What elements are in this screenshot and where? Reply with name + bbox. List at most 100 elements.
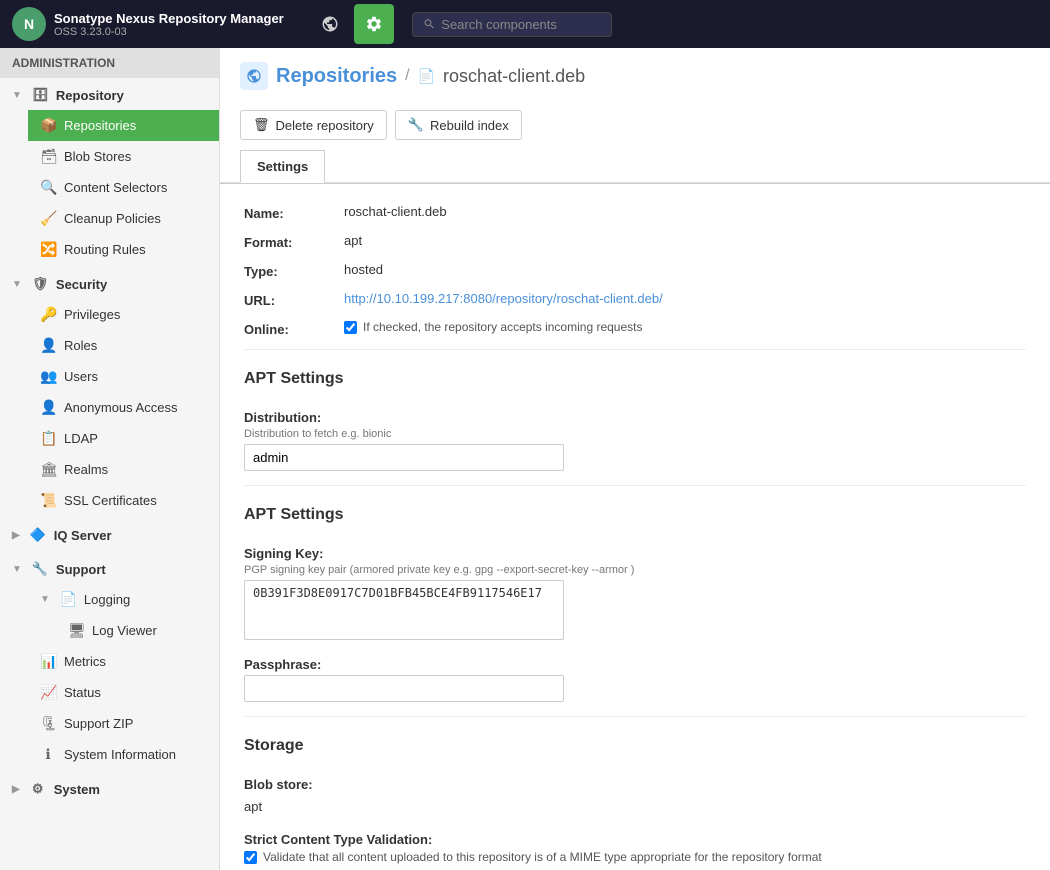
sidebar-item-cleanup-policies[interactable]: 🧹 Cleanup Policies — [28, 203, 219, 234]
sidebar-item-system-information[interactable]: ℹ System Information — [28, 739, 219, 770]
sidebar-label-system-information: System Information — [64, 747, 176, 762]
support-icon: 🔧 — [32, 561, 48, 577]
url-link[interactable]: http://10.10.199.217:8080/repository/ros… — [344, 291, 663, 306]
main-layout: Administration ▼ 🗄 Repository 📦 Reposito… — [0, 48, 1050, 870]
sidebar-label-repository: Repository — [56, 88, 124, 103]
sidebar-item-content-selectors[interactable]: 🔍 Content Selectors — [28, 172, 219, 203]
sidebar-label-users: Users — [64, 369, 98, 384]
sidebar-item-repositories[interactable]: 📦 Repositories — [28, 110, 219, 141]
passphrase-group: Passphrase: — [244, 657, 1026, 702]
sidebar-label-log-viewer: Log Viewer — [92, 623, 157, 638]
sidebar-item-status[interactable]: 📈 Status — [28, 677, 219, 708]
signing-key-textarea[interactable]: 0B391F3D8E0917C7D01BFB45BCE4FB9117546E17 — [244, 580, 564, 640]
sidebar-item-log-viewer[interactable]: 🖥 Log Viewer — [56, 615, 219, 646]
type-value: hosted — [344, 262, 383, 277]
app-title-block: Sonatype Nexus Repository Manager OSS 3.… — [54, 11, 284, 38]
sidebar-label-support-zip: Support ZIP — [64, 716, 133, 731]
cleanup-icon: 🧹 — [40, 210, 56, 227]
zip-icon: 🗜 — [40, 715, 56, 732]
sidebar-item-blob-stores[interactable]: 🗃 Blob Stores — [28, 141, 219, 172]
sidebar-item-roles[interactable]: 👤 Roles — [28, 330, 219, 361]
distribution-input[interactable] — [244, 444, 564, 471]
passphrase-input[interactable] — [244, 675, 564, 702]
sidebar-label-ssl-certificates: SSL Certificates — [64, 493, 157, 508]
realms-icon: 🏛 — [40, 461, 56, 478]
name-value: roschat-client.deb — [344, 204, 447, 219]
trash-icon: 🗑 — [253, 117, 270, 133]
sidebar-item-privileges[interactable]: 🔑 Privileges — [28, 299, 219, 330]
sidebar-label-anonymous-access: Anonymous Access — [64, 400, 177, 415]
blob-store-value: apt — [244, 795, 1026, 818]
blob-store-group: Blob store: apt — [244, 777, 1026, 818]
chevron-right-icon-system: ▶ — [12, 784, 20, 795]
sidebar-item-repository[interactable]: ▼ 🗄 Repository — [0, 80, 219, 110]
ssl-icon: 📜 — [40, 492, 56, 509]
delete-repository-button[interactable]: 🗑 Delete repository — [240, 110, 387, 140]
distribution-label: Distribution: — [244, 410, 1026, 425]
sidebar-item-routing-rules[interactable]: 🔀 Routing Rules — [28, 234, 219, 265]
sidebar-label-system: System — [54, 782, 100, 797]
strict-validation-desc: Validate that all content uploaded to th… — [263, 850, 822, 864]
field-type: Type: hosted — [244, 262, 1026, 279]
action-bar: 🗑 Delete repository 🔧 Rebuild index — [240, 100, 1030, 150]
strict-validation-checkbox[interactable] — [244, 851, 257, 864]
distribution-group: Distribution: Distribution to fetch e.g.… — [244, 410, 1026, 471]
settings-icon-btn[interactable] — [354, 4, 394, 44]
delete-label: Delete repository — [276, 118, 374, 133]
sidebar-label-blob-stores: Blob Stores — [64, 149, 131, 164]
sidebar-section-security: ▼ 🛡 Security 🔑 Privileges 👤 Roles 👥 User… — [0, 267, 219, 518]
search-input[interactable] — [441, 17, 600, 32]
chevron-down-icon-logging: ▼ — [40, 594, 50, 605]
sidebar-item-security[interactable]: ▼ 🛡 Security — [0, 269, 219, 299]
browse-icon-btn[interactable] — [310, 4, 350, 44]
field-online: Online: If checked, the repository accep… — [244, 320, 1026, 337]
nexus-logo-icon: N — [12, 7, 46, 41]
sidebar-item-support[interactable]: ▼ 🔧 Support — [0, 554, 219, 584]
metrics-icon: 📊 — [40, 653, 56, 670]
sidebar-item-logging[interactable]: ▼ 📄 Logging — [28, 584, 219, 615]
sidebar-children-support: ▼ 📄 Logging 🖥 Log Viewer 📊 Metrics 📈 — [0, 584, 219, 770]
apt-settings-1-title: APT Settings — [244, 370, 1026, 396]
search-icon — [423, 17, 436, 31]
field-name: Name: roschat-client.deb — [244, 204, 1026, 221]
sidebar-item-system[interactable]: ▶ ⚙ System — [0, 774, 219, 804]
sidebar-item-metrics[interactable]: 📊 Metrics — [28, 646, 219, 677]
wrench-icon: 🔧 — [408, 117, 424, 133]
online-desc: If checked, the repository accepts incom… — [363, 320, 642, 334]
sidebar-label-roles: Roles — [64, 338, 97, 353]
online-checkbox-row: If checked, the repository accepts incom… — [344, 320, 642, 334]
security-icon: 🛡 — [32, 276, 48, 292]
breadcrumb-title[interactable]: Repositories — [276, 65, 397, 88]
signing-key-group: Signing Key: PGP signing key pair (armor… — [244, 546, 1026, 643]
sidebar-item-iq-server[interactable]: ▶ 🔷 IQ Server — [0, 520, 219, 550]
logging-icon: 📄 — [60, 591, 76, 608]
rebuild-index-button[interactable]: 🔧 Rebuild index — [395, 110, 522, 140]
online-checkbox[interactable] — [344, 321, 357, 334]
sidebar-item-ldap[interactable]: 📋 LDAP — [28, 423, 219, 454]
database-icon: 🗄 — [32, 87, 48, 103]
field-url: URL: http://10.10.199.217:8080/repositor… — [244, 291, 1026, 308]
sidebar-label-support: Support — [56, 562, 106, 577]
sidebar-item-ssl-certificates[interactable]: 📜 SSL Certificates — [28, 485, 219, 516]
log-icon: 🖥 — [68, 622, 84, 639]
breadcrumb: Repositories / 📄 roschat-client.deb — [240, 62, 1030, 90]
rebuild-label: Rebuild index — [430, 118, 509, 133]
apt-settings-2-title: APT Settings — [244, 506, 1026, 532]
sysinfo-icon: ℹ — [40, 746, 56, 763]
storage-title: Storage — [244, 737, 1026, 763]
sidebar-section-repository: ▼ 🗄 Repository 📦 Repositories 🗃 Blob Sto… — [0, 78, 219, 267]
sidebar-item-anonymous-access[interactable]: 👤 Anonymous Access — [28, 392, 219, 423]
sidebar-item-users[interactable]: 👥 Users — [28, 361, 219, 392]
sidebar-item-realms[interactable]: 🏛 Realms — [28, 454, 219, 485]
distribution-hint: Distribution to fetch e.g. bionic — [244, 428, 1026, 440]
breadcrumb-current: roschat-client.deb — [443, 66, 585, 87]
url-label: URL: — [244, 291, 344, 308]
passphrase-label: Passphrase: — [244, 657, 1026, 672]
breadcrumb-separator: / — [405, 67, 409, 85]
tab-settings[interactable]: Settings — [240, 150, 325, 183]
search-bar[interactable] — [412, 12, 612, 37]
sidebar-item-support-zip[interactable]: 🗜 Support ZIP — [28, 708, 219, 739]
field-format: Format: apt — [244, 233, 1026, 250]
chevron-down-icon: ▼ — [12, 90, 22, 101]
sidebar-label-ldap: LDAP — [64, 431, 98, 446]
